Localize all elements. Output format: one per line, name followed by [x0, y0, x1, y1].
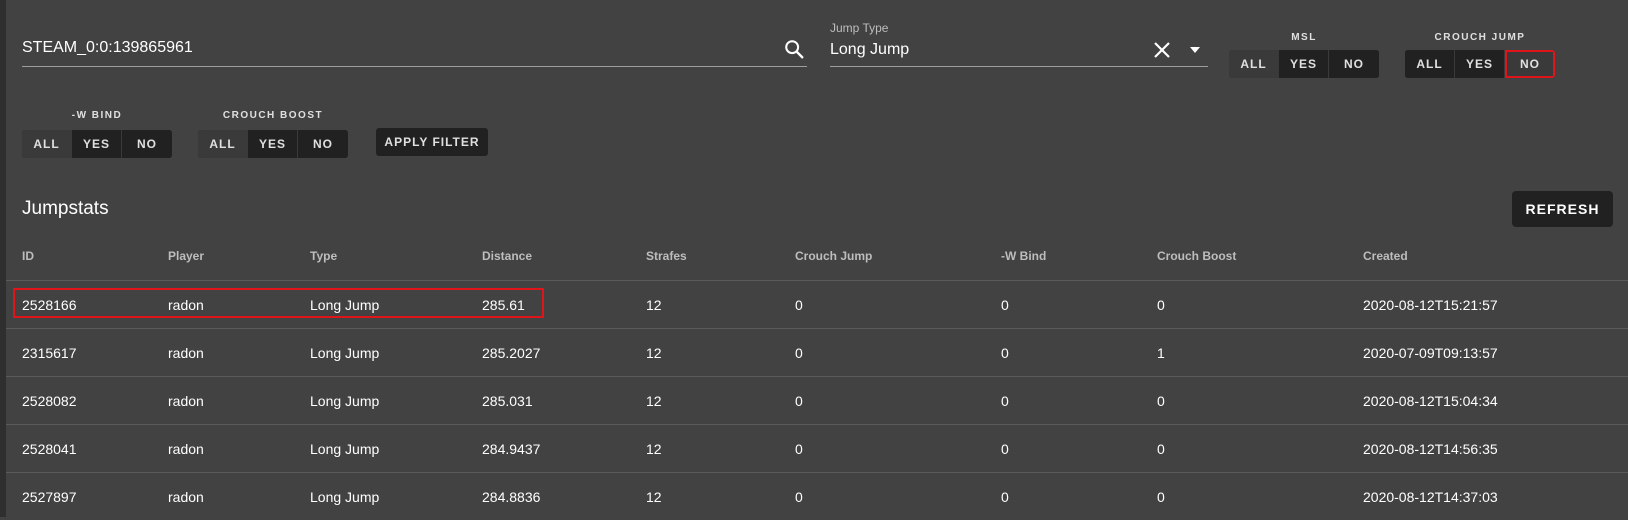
- cell-id: 2528082: [22, 393, 77, 409]
- cell-crouch-jump: 0: [795, 297, 803, 313]
- msl-toggle-group: MSL ALL YES NO: [1229, 32, 1379, 78]
- cell-crouch-boost: 0: [1157, 393, 1165, 409]
- cell-w-bind: 0: [1001, 393, 1009, 409]
- crouch-boost-all-button[interactable]: ALL: [198, 130, 248, 158]
- cell-crouch-boost: 1: [1157, 345, 1165, 361]
- column-header-player[interactable]: Player: [168, 249, 204, 263]
- w-bind-toggle-group: -W BIND ALL YES NO: [22, 110, 172, 158]
- apply-filter-button[interactable]: APPLY FILTER: [376, 128, 488, 156]
- w-bind-title: -W BIND: [71, 110, 123, 121]
- cell-player: radon: [168, 345, 204, 361]
- crouch-boost-toggle-group: CROUCH BOOST ALL YES NO: [198, 110, 348, 158]
- cell-type: Long Jump: [310, 297, 380, 313]
- cell-crouch-boost: 0: [1157, 489, 1165, 505]
- cell-w-bind: 0: [1001, 489, 1009, 505]
- cell-strafes: 12: [646, 489, 662, 505]
- cell-created: 2020-08-12T14:37:03: [1363, 489, 1498, 505]
- jumpstats-table: ID Player Type Distance Strafes Crouch J…: [6, 236, 1628, 520]
- cell-crouch-boost: 0: [1157, 441, 1165, 457]
- cell-strafes: 12: [646, 345, 662, 361]
- jump-type-value: Long Jump: [830, 41, 910, 58]
- w-bind-no-button[interactable]: NO: [122, 130, 172, 158]
- cell-distance: 284.8836: [482, 489, 541, 505]
- jump-type-label: Jump Type: [830, 21, 889, 35]
- crouch-boost-yes-button[interactable]: YES: [248, 130, 298, 158]
- cell-w-bind: 0: [1001, 345, 1009, 361]
- w-bind-all-button[interactable]: ALL: [22, 130, 72, 158]
- cell-player: radon: [168, 489, 204, 505]
- column-header-distance[interactable]: Distance: [482, 249, 532, 263]
- cell-player: radon: [168, 393, 204, 409]
- crouch-jump-title: CROUCH JUMP: [1434, 32, 1526, 43]
- cell-strafes: 12: [646, 297, 662, 313]
- crouch-jump-no-button[interactable]: NO: [1505, 50, 1555, 78]
- table-row[interactable]: 2528041 radon Long Jump 284.9437 12 0 0 …: [6, 425, 1628, 473]
- table-row[interactable]: 2528166 radon Long Jump 285.61 12 0 0 0 …: [6, 281, 1628, 329]
- cell-type: Long Jump: [310, 345, 380, 361]
- crouch-boost-no-button[interactable]: NO: [298, 130, 348, 158]
- table-row[interactable]: 2315617 radon Long Jump 285.2027 12 0 0 …: [6, 329, 1628, 377]
- cell-created: 2020-08-12T15:04:34: [1363, 393, 1498, 409]
- refresh-button[interactable]: REFRESH: [1512, 191, 1613, 227]
- crouch-jump-all-button[interactable]: ALL: [1405, 50, 1455, 78]
- cell-created: 2020-08-12T15:21:57: [1363, 297, 1498, 313]
- msl-yes-button[interactable]: YES: [1279, 50, 1329, 78]
- arrow-drop-down-icon[interactable]: [1188, 44, 1202, 56]
- cell-created: 2020-07-09T09:13:57: [1363, 345, 1498, 361]
- w-bind-yes-button[interactable]: YES: [72, 130, 122, 158]
- close-icon[interactable]: [1152, 40, 1172, 60]
- cell-id: 2528166: [22, 297, 77, 313]
- column-header-created[interactable]: Created: [1363, 249, 1408, 263]
- cell-w-bind: 0: [1001, 441, 1009, 457]
- table-header: ID Player Type Distance Strafes Crouch J…: [6, 236, 1628, 281]
- cell-type: Long Jump: [310, 393, 380, 409]
- cell-distance: 285.61: [482, 297, 525, 313]
- cell-player: radon: [168, 441, 204, 457]
- column-header-crouch-jump[interactable]: Crouch Jump: [795, 249, 872, 263]
- search-icon[interactable]: [783, 38, 805, 60]
- cell-distance: 284.9437: [482, 441, 541, 457]
- column-header-id[interactable]: ID: [22, 249, 34, 263]
- jump-type-select[interactable]: Jump Type Long Jump: [830, 18, 1208, 67]
- cell-crouch-jump: 0: [795, 345, 803, 361]
- crouch-jump-toggle-group: CROUCH JUMP ALL YES NO: [1405, 32, 1555, 78]
- cell-type: Long Jump: [310, 441, 380, 457]
- cell-distance: 285.2027: [482, 345, 541, 361]
- cell-strafes: 12: [646, 441, 662, 457]
- msl-no-button[interactable]: NO: [1329, 50, 1379, 78]
- cell-crouch-boost: 0: [1157, 297, 1165, 313]
- column-header-crouch-boost[interactable]: Crouch Boost: [1157, 249, 1236, 263]
- cell-distance: 285.031: [482, 393, 533, 409]
- cell-id: 2315617: [22, 345, 77, 361]
- msl-all-button[interactable]: ALL: [1229, 50, 1279, 78]
- cell-id: 2527897: [22, 489, 77, 505]
- table-row[interactable]: 2528082 radon Long Jump 285.031 12 0 0 0…: [6, 377, 1628, 425]
- cell-strafes: 12: [646, 393, 662, 409]
- msl-title: MSL: [1291, 32, 1317, 43]
- crouch-jump-yes-button[interactable]: YES: [1455, 50, 1505, 78]
- cell-crouch-jump: 0: [795, 393, 803, 409]
- crouch-boost-title: CROUCH BOOST: [222, 110, 324, 121]
- cell-id: 2528041: [22, 441, 77, 457]
- table-row[interactable]: 2527897 radon Long Jump 284.8836 12 0 0 …: [6, 473, 1628, 520]
- cell-crouch-jump: 0: [795, 441, 803, 457]
- cell-w-bind: 0: [1001, 297, 1009, 313]
- row-highlight-box: [13, 288, 544, 318]
- search-input[interactable]: [22, 36, 762, 60]
- column-header-w-bind[interactable]: -W Bind: [1001, 249, 1046, 263]
- cell-type: Long Jump: [310, 489, 380, 505]
- page-title: Jumpstats: [22, 198, 109, 219]
- column-header-type[interactable]: Type: [310, 249, 337, 263]
- cell-created: 2020-08-12T14:56:35: [1363, 441, 1498, 457]
- cell-player: radon: [168, 297, 204, 313]
- column-header-strafes[interactable]: Strafes: [646, 249, 687, 263]
- steam-id-search-field[interactable]: [22, 30, 807, 67]
- cell-crouch-jump: 0: [795, 489, 803, 505]
